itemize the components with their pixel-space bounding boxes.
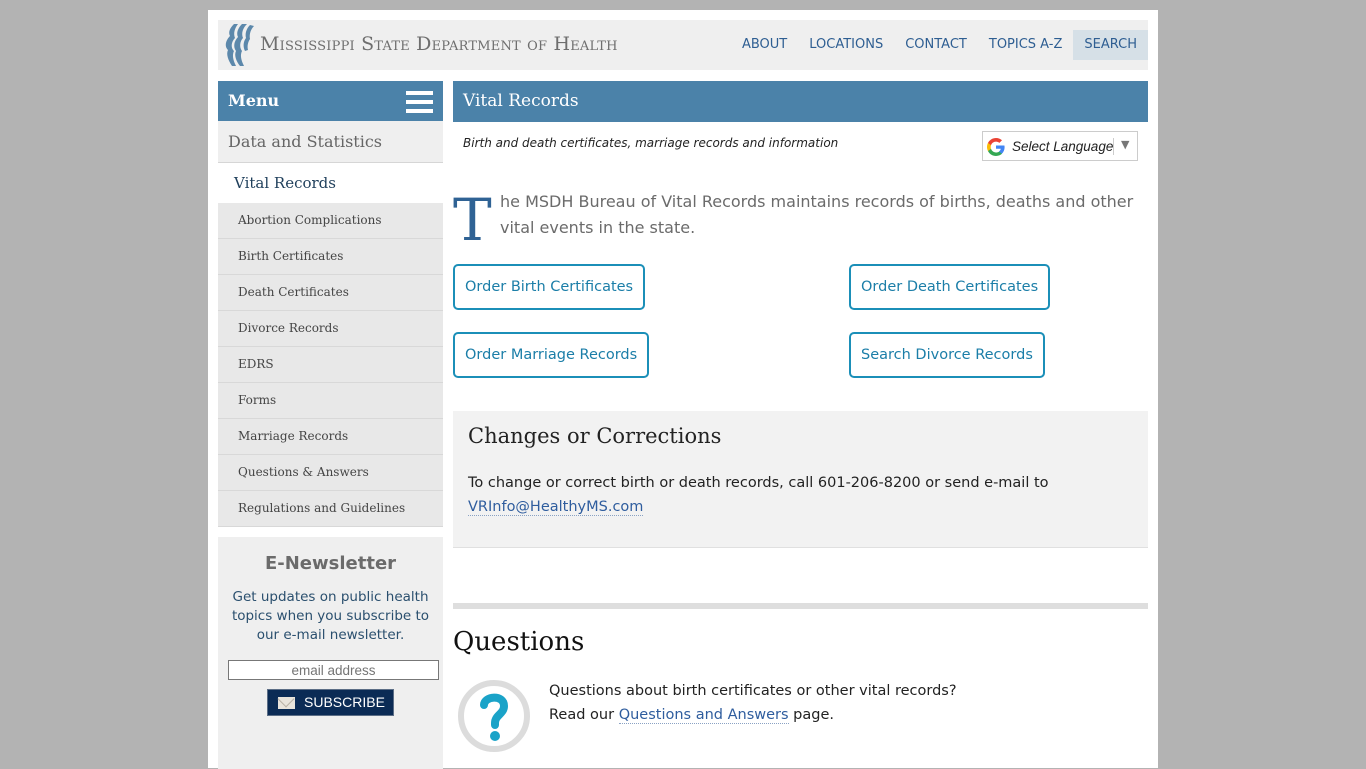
top-nav: ABOUT LOCATIONS CONTACT TOPICS A-Z SEARC…	[731, 30, 1148, 60]
newsletter-title: E-Newsletter	[264, 553, 397, 574]
menu-toggle[interactable]: Menu	[218, 81, 443, 121]
questions-line2-suffix: page.	[788, 707, 834, 723]
questions-answers-link[interactable]: Questions and Answers	[618, 707, 789, 724]
sidebar-item-regulations-guidelines[interactable]: Regulations and Guidelines	[218, 491, 443, 527]
site-title[interactable]: Mississippi State Department of Health	[260, 33, 618, 55]
nav-topics-a-z[interactable]: TOPICS A-Z	[978, 30, 1074, 60]
site-header: Mississippi State Department of Health A…	[218, 20, 1148, 70]
intro-paragraph: T he MSDH Bureau of Vital Records mainta…	[453, 189, 1143, 249]
sidebar: Menu Data and Statistics Vital Records A…	[218, 81, 443, 769]
sidebar-item-abortion-complications[interactable]: Abortion Complications	[218, 203, 443, 239]
changes-title: Changes or Corrections	[468, 424, 722, 448]
search-divorce-records-button[interactable]: Search Divorce Records	[849, 332, 1045, 378]
language-select-label: Select Language	[1012, 139, 1114, 154]
questions-line2-prefix: Read our	[549, 707, 619, 723]
changes-corrections-box: Changes or Corrections To change or corr…	[453, 411, 1148, 548]
sidebar-section-data-and-statistics[interactable]: Data and Statistics	[218, 121, 443, 163]
changes-body: To change or correct birth or death reco…	[468, 475, 1049, 491]
nav-about[interactable]: ABOUT	[731, 30, 798, 60]
order-birth-certificates-button[interactable]: Order Birth Certificates	[453, 264, 646, 310]
sidebar-item-marriage-records[interactable]: Marriage Records	[218, 419, 443, 455]
subscribe-button[interactable]: SUBSCRIBE	[267, 689, 394, 716]
vrinfo-email-link[interactable]: VRInfo@HealthyMS.com	[468, 499, 644, 516]
section-divider	[453, 603, 1148, 609]
envelope-icon	[278, 697, 295, 709]
newsletter-box: E-Newsletter Get updates on public healt…	[218, 537, 443, 769]
sidebar-current-vital-records[interactable]: Vital Records	[218, 163, 443, 203]
sidebar-item-divorce-records[interactable]: Divorce Records	[218, 311, 443, 347]
sidebar-item-birth-certificates[interactable]: Birth Certificates	[218, 239, 443, 275]
msdh-logo-icon[interactable]	[222, 22, 256, 68]
language-separator	[1113, 138, 1114, 155]
questions-title: Questions	[453, 627, 585, 657]
nav-search[interactable]: SEARCH	[1073, 30, 1148, 60]
page: Mississippi State Department of Health A…	[208, 10, 1158, 769]
google-icon	[987, 138, 1005, 156]
sidebar-item-forms[interactable]: Forms	[218, 383, 443, 419]
nav-locations[interactable]: LOCATIONS	[798, 30, 894, 60]
sidebar-item-death-certificates[interactable]: Death Certificates	[218, 275, 443, 311]
menu-label: Menu	[228, 91, 280, 110]
main-content: Vital Records Birth and death certificat…	[453, 81, 1148, 752]
email-field[interactable]	[228, 660, 439, 680]
page-title: Vital Records	[453, 81, 1148, 122]
sidebar-item-questions-answers[interactable]: Questions & Answers	[218, 455, 443, 491]
question-mark-icon	[458, 680, 530, 752]
questions-text: Questions about birth certificates or ot…	[549, 679, 957, 727]
changes-text: To change or correct birth or death reco…	[468, 471, 1049, 519]
newsletter-text: Get updates on public health topics when…	[231, 589, 430, 643]
dropdown-arrow-icon[interactable]: ▼	[1121, 138, 1129, 151]
subscribe-label: SUBSCRIBE	[304, 694, 385, 710]
questions-line1: Questions about birth certificates or ot…	[549, 683, 957, 699]
order-death-certificates-button[interactable]: Order Death Certificates	[849, 264, 1051, 310]
intro-text: he MSDH Bureau of Vital Records maintain…	[500, 192, 1134, 237]
sidebar-item-edrs[interactable]: EDRS	[218, 347, 443, 383]
intro-dropcap: T	[453, 186, 492, 254]
language-select[interactable]: Select Language ▼	[982, 131, 1138, 161]
order-marriage-records-button[interactable]: Order Marriage Records	[453, 332, 650, 378]
hamburger-icon[interactable]	[406, 91, 433, 113]
page-subtitle: Birth and death certificates, marriage r…	[463, 136, 839, 150]
nav-contact[interactable]: CONTACT	[894, 30, 978, 60]
